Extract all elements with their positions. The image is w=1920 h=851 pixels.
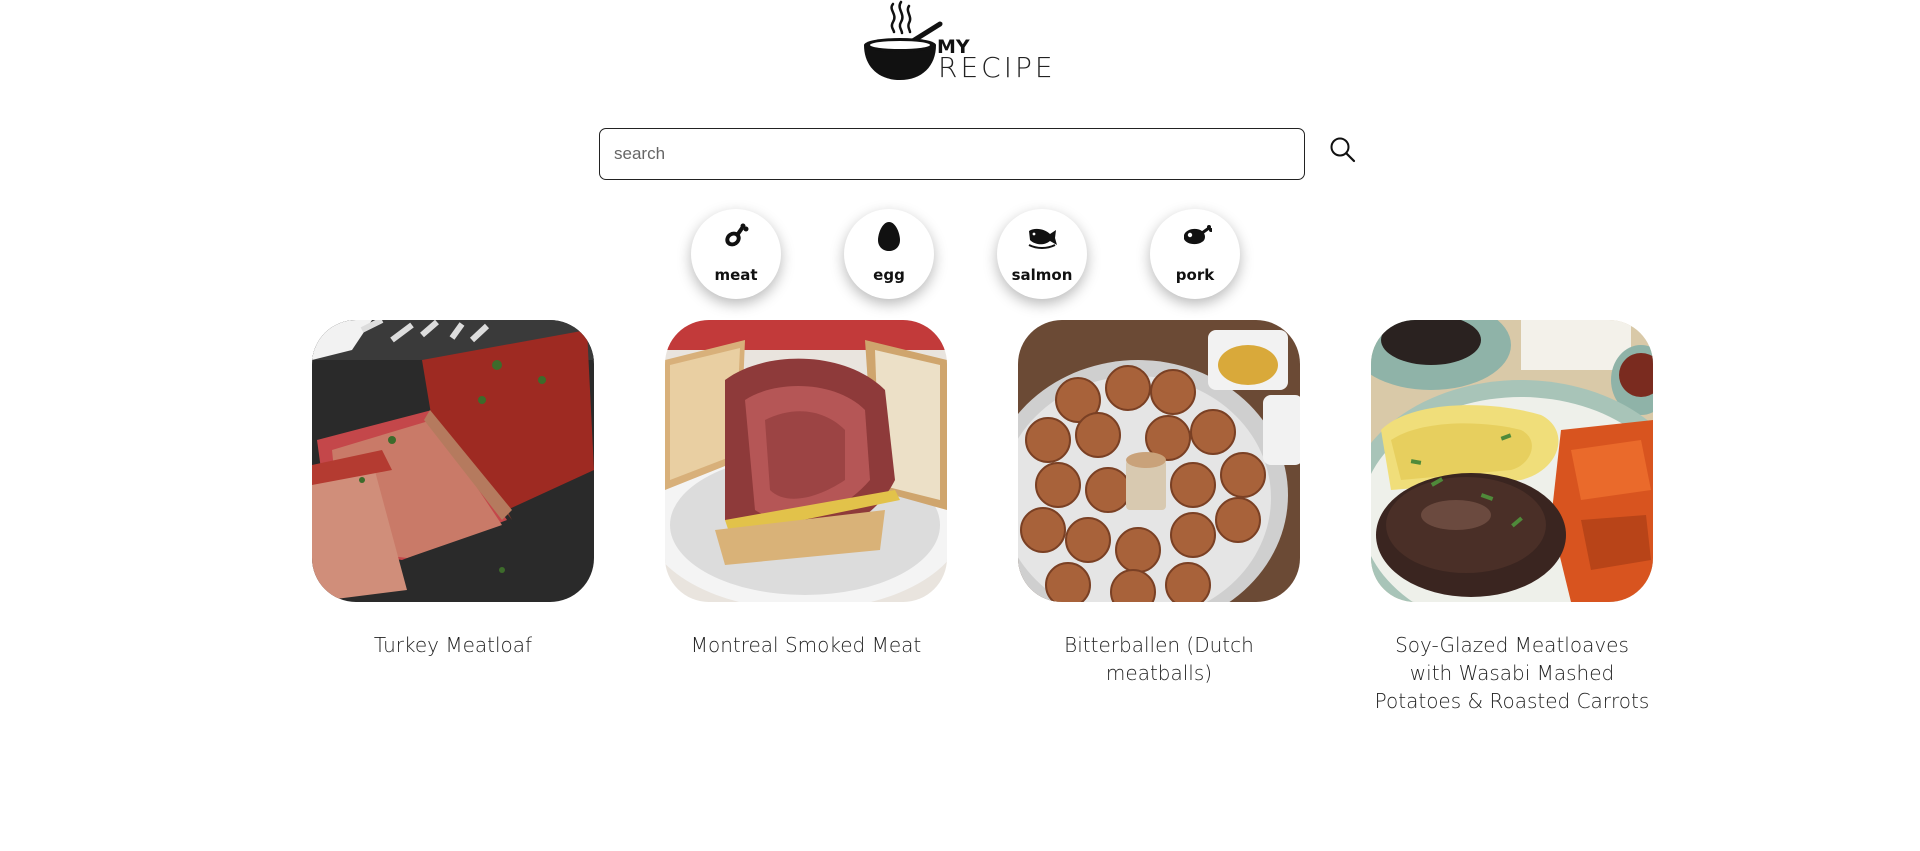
category-pork[interactable]: pork — [1150, 209, 1240, 299]
search-input[interactable] — [599, 128, 1305, 180]
turkey-meatloaf-photo — [312, 320, 594, 602]
category-label: meat — [714, 266, 758, 284]
category-label: egg — [873, 266, 905, 284]
pork-icon — [1184, 225, 1212, 245]
logo-text-recipe: RECIPE — [938, 51, 1056, 84]
bitterballen-photo — [1018, 320, 1300, 602]
search-icon — [1330, 137, 1356, 163]
site-logo[interactable]: MY RECIPE — [860, 0, 1066, 84]
recipe-title: Soy-Glazed Meatloaves with Wasabi Mashed… — [1374, 633, 1650, 713]
recipe-card[interactable]: Soy-Glazed Meatloaves with Wasabi Mashed… — [1371, 320, 1653, 715]
recipe-card[interactable]: Montreal Smoked Meat — [665, 320, 947, 659]
category-label: salmon — [1011, 266, 1073, 284]
fish-icon — [1028, 228, 1057, 249]
drumstick-icon — [725, 223, 749, 247]
smoked-meat-sandwich-photo — [665, 320, 947, 602]
recipe-title: Bitterballen (Dutch meatballs) — [1064, 633, 1254, 685]
recipe-card[interactable]: Bitterballen (Dutch meatballs) — [1018, 320, 1300, 687]
category-salmon[interactable]: salmon — [997, 209, 1087, 299]
search-button[interactable] — [1327, 134, 1359, 166]
category-egg[interactable]: egg — [844, 209, 934, 299]
category-meat[interactable]: meat — [691, 209, 781, 299]
recipe-title: Montreal Smoked Meat — [690, 633, 922, 657]
recipe-card[interactable]: Turkey Meatloaf — [312, 320, 594, 659]
egg-icon — [878, 222, 900, 251]
soy-glazed-meatloaves-photo — [1371, 320, 1653, 602]
search-bar — [599, 128, 1305, 180]
category-label: pork — [1175, 266, 1215, 284]
recipe-title: Turkey Meatloaf — [373, 633, 533, 657]
